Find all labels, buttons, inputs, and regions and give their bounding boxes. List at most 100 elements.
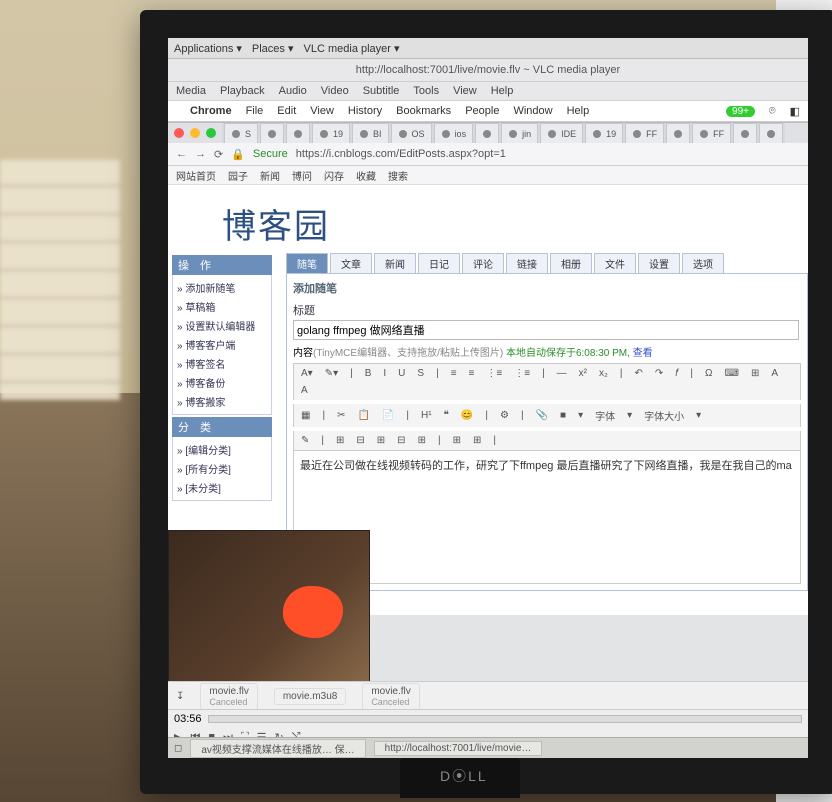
mac-edit[interactable]: Edit: [277, 105, 296, 117]
editor-tool[interactable]: ⋮≡: [482, 367, 506, 380]
vlc-menu-subtitle[interactable]: Subtitle: [363, 85, 400, 97]
forward-icon[interactable]: →: [195, 148, 206, 160]
page-tab[interactable]: 链接: [506, 253, 548, 273]
reload-icon[interactable]: ⟳: [214, 148, 223, 161]
vlc-menu-audio[interactable]: Audio: [279, 85, 307, 97]
editor-tool[interactable]: U: [394, 367, 409, 380]
page-tab[interactable]: 新闻: [374, 253, 416, 273]
editor-tool[interactable]: |: [686, 367, 697, 380]
editor-tool[interactable]: |: [517, 409, 528, 422]
mac-file[interactable]: File: [246, 105, 264, 117]
editor-tool[interactable]: ⊞: [373, 434, 389, 447]
editor-tool[interactable]: ≡: [465, 367, 479, 380]
chrome-tab[interactable]: [286, 123, 310, 143]
show-desktop-icon[interactable]: ◻: [174, 743, 182, 754]
mac-bookmarks[interactable]: Bookmarks: [396, 105, 451, 117]
editor-tool[interactable]: ✎: [297, 434, 313, 447]
editor-tool[interactable]: |: [489, 434, 500, 447]
editor-tool[interactable]: A: [767, 367, 782, 380]
editor-tool[interactable]: ↶: [631, 367, 647, 380]
mac-window[interactable]: Window: [513, 105, 552, 117]
applications-menu[interactable]: Applications: [174, 42, 242, 55]
editor-tool[interactable]: ⊟: [352, 434, 368, 447]
page-tab[interactable]: 设置: [638, 253, 680, 273]
sidebar-op[interactable]: 博客签名: [173, 354, 271, 373]
chrome-tab[interactable]: S: [224, 123, 258, 143]
vlc-menu-media[interactable]: Media: [176, 85, 206, 97]
editor-tool[interactable]: |: [616, 367, 627, 380]
editor-tool[interactable]: S: [413, 367, 428, 380]
editor-tool[interactable]: ▦: [297, 409, 314, 422]
bookmark-item[interactable]: 新闻: [260, 168, 280, 183]
back-icon[interactable]: ←: [176, 148, 187, 160]
editor-tool[interactable]: ⊞: [469, 434, 485, 447]
editor-tool[interactable]: ⚙: [496, 409, 513, 422]
editor-tool[interactable]: |: [434, 434, 445, 447]
sidebar-cat[interactable]: [未分类]: [173, 478, 271, 497]
editor-tool[interactable]: —: [553, 367, 571, 380]
chrome-tab[interactable]: 19: [312, 123, 350, 143]
sidebar-op[interactable]: 设置默认编辑器: [173, 316, 271, 335]
chrome-tab[interactable]: [759, 123, 783, 143]
editor-tool[interactable]: ⊞: [414, 434, 430, 447]
editor-tool[interactable]: x₂: [595, 367, 612, 380]
editor-tool[interactable]: 📄: [378, 409, 398, 422]
bookmark-item[interactable]: 闪存: [324, 168, 344, 183]
editor-tool[interactable]: |: [317, 434, 328, 447]
editor-tool[interactable]: 字体: [591, 407, 619, 424]
page-tab[interactable]: 文章: [330, 253, 372, 273]
sidebar-op[interactable]: 添加新随笔: [173, 278, 271, 297]
editor-tool[interactable]: ⌨: [721, 367, 743, 380]
editor-tool[interactable]: |: [538, 367, 549, 380]
editor-tool[interactable]: 字体大小: [640, 407, 688, 424]
taskbar-item-2[interactable]: http://localhost:7001/live/movie…: [374, 741, 543, 756]
page-tab[interactable]: 选项: [682, 253, 724, 273]
chrome-tab[interactable]: [733, 123, 757, 143]
sidebar-op[interactable]: 博客客户端: [173, 335, 271, 354]
vlc-menu-video[interactable]: Video: [321, 85, 349, 97]
editor-tool[interactable]: |: [432, 367, 443, 380]
chrome-tab[interactable]: jin: [501, 123, 538, 143]
editor-tool[interactable]: ⋮≡: [510, 367, 534, 380]
zoom-icon[interactable]: [206, 128, 216, 138]
page-tab[interactable]: 随笔: [286, 253, 328, 273]
editor-tool[interactable]: Ω: [701, 367, 716, 380]
places-menu[interactable]: Places: [252, 42, 294, 55]
editor-tool[interactable]: ⊞: [747, 367, 763, 380]
site-logo[interactable]: 博客园: [168, 185, 808, 256]
editor-tool[interactable]: ≡: [447, 367, 461, 380]
chrome-tab[interactable]: [475, 123, 499, 143]
close-icon[interactable]: [174, 128, 184, 138]
chrome-tab[interactable]: FF: [625, 123, 664, 143]
minimize-icon[interactable]: [190, 128, 200, 138]
bookmark-item[interactable]: 网站首页: [176, 168, 216, 183]
editor-tool[interactable]: ⊞: [332, 434, 348, 447]
vlc-menu-playback[interactable]: Playback: [220, 85, 265, 97]
menubar-extra-icon[interactable]: ⌾: [769, 105, 776, 118]
editor-tool[interactable]: |: [318, 409, 329, 422]
sidebar-op[interactable]: 博客搬家: [173, 392, 271, 411]
page-tab[interactable]: 文件: [594, 253, 636, 273]
chrome-tab[interactable]: IDE: [540, 123, 583, 143]
editor-tool[interactable]: I: [379, 367, 390, 380]
editor-tool[interactable]: ✎▾: [321, 367, 342, 380]
editor-tool[interactable]: ↷: [651, 367, 667, 380]
vlc-panel-item[interactable]: VLC media player: [304, 42, 400, 55]
page-tab[interactable]: 评论: [462, 253, 504, 273]
chrome-tab[interactable]: [260, 123, 284, 143]
editor-tool[interactable]: ■: [556, 409, 570, 422]
editor-tool[interactable]: ▾: [623, 409, 636, 422]
sidebar-cat[interactable]: [所有分类]: [173, 459, 271, 478]
page-tab[interactable]: 日记: [418, 253, 460, 273]
mac-app-name[interactable]: Chrome: [190, 105, 232, 117]
editor-tool[interactable]: ❝: [440, 409, 453, 422]
post-title-input[interactable]: [293, 320, 799, 340]
chrome-tab[interactable]: [666, 123, 690, 143]
view-autosave-link[interactable]: 查看: [633, 348, 653, 359]
editor-tool[interactable]: |: [346, 367, 357, 380]
editor-tool[interactable]: |: [481, 409, 492, 422]
chrome-tab[interactable]: ios: [434, 123, 474, 143]
chrome-tab[interactable]: BI: [352, 123, 389, 143]
download-item[interactable]: movie.m3u8: [274, 688, 346, 705]
page-tab[interactable]: 相册: [550, 253, 592, 273]
